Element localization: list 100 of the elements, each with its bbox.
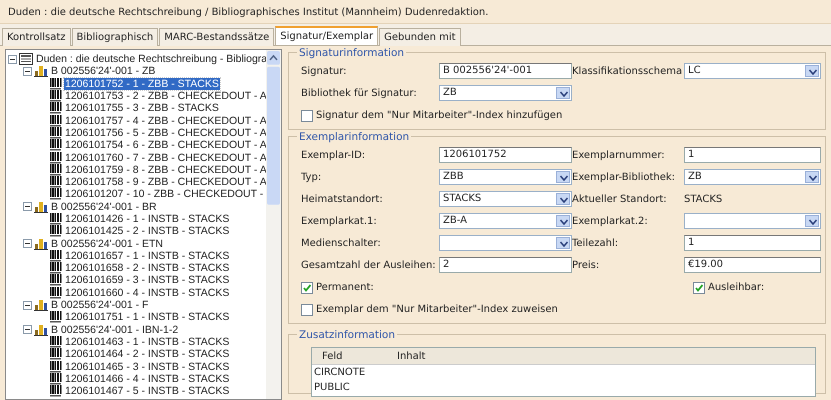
field-label: Teilezahl: (572, 236, 620, 250)
tree-item[interactable]: 1206101759 - 8 - ZBB - CHECKEDOUT - A (64, 164, 268, 176)
record-icon (19, 53, 33, 66)
books-icon (34, 200, 48, 213)
checkbox[interactable] (301, 282, 313, 294)
tree-item[interactable]: 1206101465 - 3 - INSTB - STACKS (64, 360, 230, 373)
barcode-icon (50, 188, 62, 200)
barcode-icon (50, 225, 62, 238)
table-cell: PUBLIC (314, 382, 350, 393)
collapse-toggle[interactable] (23, 325, 32, 334)
field-label: Exemplar-Bibliothek: (572, 170, 676, 184)
field-label: Typ: (301, 170, 322, 184)
tree-item[interactable]: 1206101659 - 3 - INSTB - STACKS (64, 274, 230, 286)
collapse-toggle[interactable] (23, 202, 32, 212)
tab[interactable]: Kontrollsatz (2, 28, 71, 46)
dropdown[interactable]: ZBB (439, 169, 572, 185)
checkbox-label: Ausleihbar: (708, 281, 764, 295)
dropdown[interactable]: ZB (439, 85, 572, 101)
tab[interactable]: MARC-Bestandssätze (159, 28, 274, 46)
collapse-toggle[interactable] (23, 239, 32, 248)
barcode-icon (50, 164, 62, 176)
books-icon (34, 324, 48, 336)
input-field[interactable]: 2 (439, 257, 572, 273)
dropdown[interactable] (684, 213, 821, 229)
barcode-icon (50, 385, 62, 398)
tree-item[interactable]: 1206101752 - 1 - ZBB - STACKS (64, 78, 220, 90)
tree-item[interactable]: 1206101753 - 2 - ZBB - CHECKEDOUT - A (64, 90, 268, 102)
field-label: Medienschalter: (301, 236, 382, 250)
checkbox-label: Signatur dem "Nur Mitarbeiter"-Index hinzufügen (316, 109, 562, 123)
tree-item[interactable]: 1206101426 - 1 - INSTB - STACKS (64, 213, 230, 225)
collapse-toggle[interactable] (23, 66, 32, 76)
barcode-icon (50, 176, 62, 188)
checkbox-label: Permanent: (316, 281, 374, 295)
tree-item[interactable]: 1206101760 - 7 - ZBB - CHECKEDOUT - A (64, 152, 268, 164)
dropdown[interactable]: ZB (684, 169, 821, 185)
tab[interactable]: Gebunden mit (379, 28, 461, 46)
tree-item[interactable]: 1206101207 - 10 - ZBB - CHECKEDOUT - (64, 188, 264, 200)
input-field[interactable]: B 002556'24'-001 (439, 63, 572, 79)
dropdown[interactable]: ZB-A (439, 213, 572, 229)
table-cell: CIRCNOTE (314, 367, 366, 378)
tree-item[interactable]: 1206101658 - 2 - INSTB - STACKS (64, 262, 230, 274)
input-field[interactable]: 1 (684, 235, 821, 251)
barcode-icon (50, 114, 62, 127)
books-icon (34, 299, 48, 312)
tree-item[interactable]: 1206101425 - 2 - INSTB - STACKS (64, 225, 230, 238)
window-title: Duden : die deutsche Rechtschreibung / Bibliographisches Institut (Mannheim) Dudenredaktion. (8, 7, 488, 18)
barcode-icon (50, 311, 62, 324)
checkbox-label: Exemplar dem "Nur Mitarbeiter"-Index zuweisen (316, 303, 558, 317)
barcode-icon (50, 262, 62, 274)
tree-item[interactable]: B 002556'24'-001 - ETN (50, 238, 164, 250)
input-field[interactable]: €19.00 (684, 257, 821, 273)
field-label: Exemplarkat.1: (301, 214, 378, 228)
tree-item[interactable]: B 002556'24'-001 - F (50, 299, 150, 312)
field-label: Exemplarkat.2: (572, 214, 649, 228)
column-header[interactable]: Inhalt (387, 348, 426, 364)
checkbox[interactable] (693, 282, 705, 294)
checkbox[interactable] (301, 110, 313, 122)
tree-item[interactable]: B 002556'24'-001 - ZB (50, 65, 156, 78)
field-label: Klassifikationsschema (572, 64, 684, 78)
books-icon (34, 238, 48, 250)
field-label: Preis: (572, 258, 600, 272)
barcode-icon (50, 78, 62, 90)
tree-item[interactable]: 1206101466 - 4 - INSTB - STACKS (64, 372, 230, 385)
barcode-icon (50, 286, 62, 299)
tree-item[interactable]: 1206101757 - 4 - ZBB - CHECKEDOUT - A (64, 114, 268, 127)
tab[interactable]: Signatur/Exemplar (275, 26, 378, 45)
barcode-icon (50, 102, 62, 114)
tree-item[interactable]: 1206101754 - 6 - ZBB - CHECKEDOUT - A (64, 139, 268, 152)
tree-item[interactable]: 1206101657 - 1 - INSTB - STACKS (64, 250, 230, 262)
tree-item[interactable]: 1206101751 - 1 - INSTB - STACKS (64, 311, 230, 324)
barcode-icon (50, 336, 62, 348)
field-label: Heimatstandort: (301, 192, 384, 206)
dropdown[interactable]: STACKS (439, 191, 572, 207)
collapse-toggle[interactable] (23, 300, 32, 310)
tree-item[interactable]: B 002556'24'-001 - BR (50, 200, 158, 213)
column-header[interactable]: Feld (312, 348, 387, 364)
barcode-icon (50, 360, 62, 373)
barcode-icon (50, 213, 62, 225)
barcode-icon (50, 90, 62, 102)
dropdown[interactable]: LC (684, 63, 821, 79)
tree-item[interactable]: 1206101660 - 4 - INSTB - STACKS (64, 286, 230, 299)
field-label: Exemplarnummer: (572, 148, 666, 162)
tab[interactable]: Bibliographisch (72, 28, 158, 46)
tree-item[interactable]: 1206101755 - 3 - ZBB - STACKS (64, 102, 220, 114)
tree-item[interactable]: B 002556'24'-001 - IBN-1-2 (50, 324, 180, 336)
input-field[interactable]: 1 (684, 147, 821, 163)
barcode-icon (50, 348, 62, 360)
input-field[interactable]: 1206101752 (439, 147, 572, 163)
tree-item[interactable]: 1206101756 - 5 - ZBB - CHECKEDOUT - A (64, 126, 268, 139)
tree-item[interactable]: Duden : die deutsche Rechtschreibung - Bibliogra (35, 53, 268, 66)
barcode-icon (50, 372, 62, 385)
field-label: Bibliothek für Signatur: (301, 86, 418, 100)
tree-item[interactable]: 1206101758 - 9 - ZBB - CHECKEDOUT - A (64, 176, 268, 188)
tree-item[interactable]: 1206101463 - 1 - INSTB - STACKS (64, 336, 230, 348)
dropdown[interactable] (439, 235, 572, 251)
tree-item[interactable]: 1206101467 - 5 - INSTB - STACKS (64, 385, 230, 398)
tree-item[interactable]: 1206101464 - 2 - INSTB - STACKS (64, 348, 230, 360)
field-value: STACKS (684, 192, 724, 206)
checkbox[interactable] (301, 304, 313, 316)
collapse-toggle[interactable] (8, 54, 17, 64)
